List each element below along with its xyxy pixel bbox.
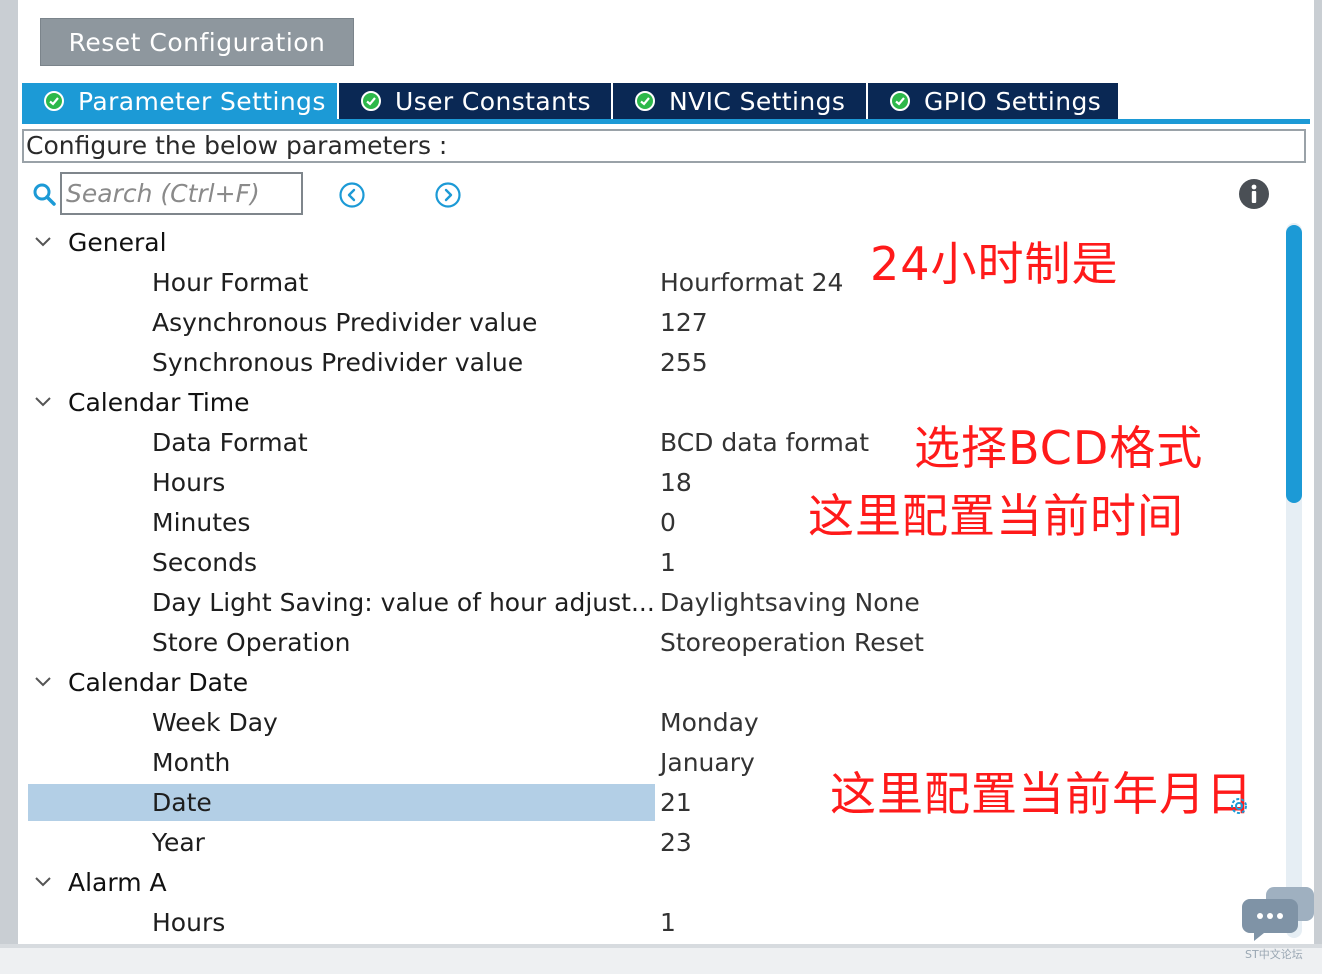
tab-nvic-settings[interactable]: NVIC Settings [613,83,868,119]
param-value[interactable]: Daylightsaving None [660,583,920,623]
param-label: Hours [152,908,226,937]
tab-label: GPIO Settings [924,86,1102,116]
chevron-down-icon[interactable] [34,235,52,249]
param-value[interactable]: Monday [660,703,759,743]
chevron-down-icon[interactable] [34,395,52,409]
param-label: Synchronous Predivider value [152,348,524,377]
annotation-bcd: 选择BCD格式 [914,421,1204,475]
tab-label: User Constants [395,86,591,116]
window-frame-left [0,0,18,948]
window-frame-right [1314,0,1322,948]
param-label: Day Light Saving: value of hour adjust..… [152,588,655,617]
param-value[interactable]: 1 [660,543,676,583]
tab-gpio-settings[interactable]: GPIO Settings [868,83,1118,119]
param-row[interactable]: Hours 1 [28,903,1288,943]
param-row[interactable]: Year 23 [28,823,1288,863]
selection-highlight [28,784,655,821]
param-label: Month [152,748,231,777]
group-label: Calendar Time [68,388,250,417]
param-value[interactable]: 0 [660,503,676,543]
annotation-time: 这里配置当前时间 [808,489,1184,543]
tab-user-constants[interactable]: User Constants [339,83,613,119]
param-label: Data Format [152,428,308,457]
param-label: Minutes [152,508,251,537]
param-value[interactable]: 21 [660,783,692,823]
param-value[interactable]: 18 [660,463,692,503]
chevron-down-icon[interactable] [34,675,52,689]
param-label: Seconds [152,548,258,577]
gear-icon[interactable] [1228,795,1250,817]
group-row-calendar-date[interactable]: Calendar Date [28,663,1288,703]
group-label: Alarm A [68,868,167,897]
param-value[interactable]: BCD data format [660,423,869,463]
param-row[interactable]: Seconds 1 [28,543,1288,583]
param-row[interactable]: Week Day Monday [28,703,1288,743]
annotation-date: 这里配置当前年月日 [830,767,1253,821]
check-circle-icon [361,91,381,111]
scrollbar-thumb[interactable] [1286,225,1302,503]
tab-underline [22,119,1310,124]
param-row[interactable]: Store Operation Storeoperation Reset [28,623,1288,663]
check-circle-icon [44,91,64,111]
param-label: Asynchronous Predivider value [152,308,538,337]
param-value[interactable]: Storeoperation Reset [660,623,924,663]
param-value[interactable]: 1 [660,903,676,943]
param-value[interactable]: 127 [660,303,708,343]
check-circle-icon [890,91,910,111]
param-value[interactable]: Hourformat 24 [660,263,843,303]
config-title: Configure the below parameters : [22,129,1306,163]
param-value[interactable]: 255 [660,343,708,383]
tab-label: NVIC Settings [669,86,846,116]
chat-bubble-icon[interactable] [1240,885,1316,945]
next-match-icon[interactable] [434,181,462,209]
search-input[interactable] [60,172,303,215]
param-label: Week Day [152,708,278,737]
param-label: Date [152,788,212,817]
group-label: General [68,228,167,257]
param-label: Hour Format [152,268,309,297]
tab-parameter-settings[interactable]: Parameter Settings [22,83,339,119]
tab-label: Parameter Settings [78,86,326,116]
param-row[interactable]: Day Light Saving: value of hour adjust..… [28,583,1288,623]
tab-bar: Parameter Settings User Constants NVIC S… [22,83,1118,119]
param-label: Year [152,828,205,857]
reset-configuration-button[interactable]: Reset Configuration [40,18,354,66]
annotation-hour-format: 24小时制是 [870,237,1119,291]
param-value[interactable]: 23 [660,823,692,863]
previous-match-icon[interactable] [338,181,366,209]
group-label: Calendar Date [68,668,249,697]
param-value[interactable]: January [660,743,755,783]
info-icon[interactable] [1238,178,1270,210]
watermark: ST中文论坛 [1245,948,1303,961]
param-row[interactable]: Asynchronous Predivider value 127 [28,303,1288,343]
param-row[interactable]: Synchronous Predivider value 255 [28,343,1288,383]
param-label: Store Operation [152,628,351,657]
search-icon [33,183,56,206]
check-circle-icon [635,91,655,111]
parameter-tree: General Hour Format Hourformat 24 Asynch… [28,223,1288,943]
param-label: Hours [152,468,226,497]
group-row-alarm-a[interactable]: Alarm A [28,863,1288,903]
chevron-down-icon[interactable] [34,875,52,889]
